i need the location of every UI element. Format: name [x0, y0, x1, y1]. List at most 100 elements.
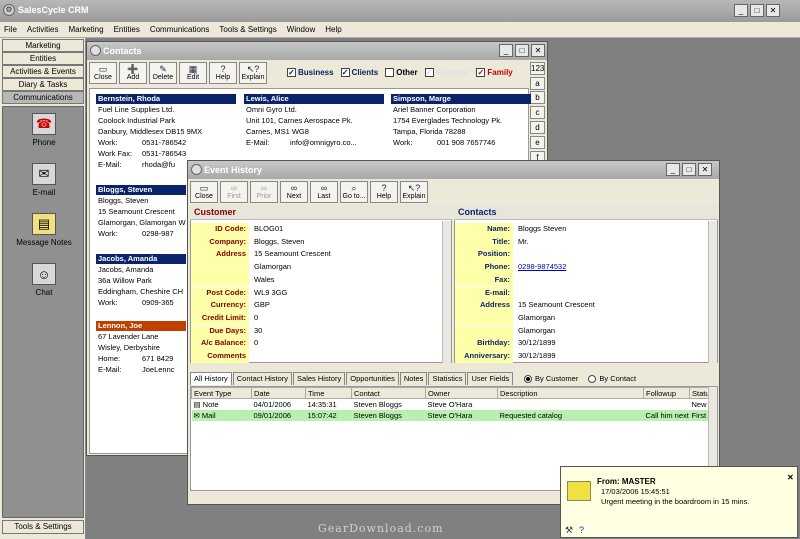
event-goto-button[interactable]: ⌕ Go to... — [340, 181, 368, 203]
column-header[interactable]: Description — [497, 387, 644, 399]
table-cell: ✉ Mail — [191, 409, 252, 421]
menu-entities[interactable]: Entities — [114, 25, 140, 34]
tab-opportunities[interactable]: Opportunities — [346, 372, 399, 385]
column-header[interactable]: Time — [305, 387, 352, 399]
field-label: Position: — [455, 248, 513, 261]
contact-card-lewis[interactable]: Lewis, Alice Omni Gyro Ltd. Unit 101, Ca… — [244, 94, 384, 148]
field-row: ID Code: BLOG01 — [191, 223, 283, 236]
contacts-edit-button[interactable]: ▦ Edit — [179, 62, 207, 84]
contact-card-bernstein[interactable]: Bernstein, Rhoda Fuel Line Supplies Ltd.… — [96, 94, 236, 170]
alpha-tab-d[interactable]: d — [530, 121, 545, 134]
card-row: Work: 0298-987 — [98, 229, 174, 238]
field-label: Title: — [455, 235, 513, 249]
menu-file[interactable]: File — [4, 25, 17, 34]
tab-all-history[interactable]: All History — [190, 372, 232, 385]
filter-business[interactable]: ✓ Business — [287, 68, 334, 77]
contact-scrollbar[interactable] — [708, 221, 717, 363]
alpha-tab-123[interactable]: 123 — [530, 62, 545, 75]
event-prior-button[interactable]: ∞ Prior — [250, 181, 278, 203]
contacts-close-button[interactable]: ▭ Close — [89, 62, 117, 84]
contact-card-name: Bernstein, Rhoda — [96, 94, 236, 104]
event-next-button[interactable]: ∞ Next — [280, 181, 308, 203]
close-icon[interactable]: ✕ — [787, 473, 794, 482]
menu-window[interactable]: Window — [287, 25, 315, 34]
maximize-icon[interactable]: □ — [515, 44, 529, 57]
menu-help[interactable]: Help — [325, 25, 341, 34]
table-cell: ▤ Note — [193, 399, 219, 409]
customer-scrollbar[interactable] — [442, 221, 451, 363]
radio-by-contact[interactable]: By Contact — [588, 374, 636, 383]
column-header[interactable]: Status — [689, 387, 710, 399]
contacts-explain-button[interactable]: ↖? Explain — [239, 62, 267, 84]
close-icon[interactable]: ✕ — [531, 44, 545, 57]
contact-card-bloggs[interactable]: Bloggs, Steven Bloggs, Steven 15 Seamoun… — [96, 185, 186, 239]
menu-tools-settings[interactable]: Tools & Settings — [219, 25, 276, 34]
close-icon[interactable]: ✕ — [766, 4, 780, 17]
filter-other[interactable]: Other — [385, 68, 418, 77]
card-line: Coolock Industrial Park — [98, 116, 176, 125]
column-header[interactable]: Date — [251, 387, 306, 399]
comm-item-chat[interactable]: ☺ Chat — [3, 263, 85, 297]
help-icon: ? — [220, 64, 226, 74]
close-icon[interactable]: ✕ — [698, 163, 712, 176]
message-notification[interactable]: From: MASTER 17/03/2006 15:45:51 Urgent … — [560, 466, 798, 538]
field-row: Glamorgan — [191, 261, 291, 274]
sidebar-tab-activities-events[interactable]: Activities & Events — [2, 65, 84, 78]
filter-personal[interactable]: ✓ Personal — [424, 68, 469, 77]
alpha-tab-e[interactable]: e — [530, 136, 545, 149]
comm-item-email[interactable]: ✉ E-mail — [3, 163, 85, 197]
contacts-add-button[interactable]: ➕ Add — [119, 62, 147, 84]
table-row[interactable]: ▤ Note 04/01/2006 14:35:31 Steven Bloggs… — [192, 399, 710, 410]
contacts-toolbar: ▭ Close ➕ Add ✎ Delete ▦ Edit ? Help ↖? Explai… — [89, 62, 267, 84]
contacts-delete-button[interactable]: ✎ Delete — [149, 62, 177, 84]
column-header[interactable]: Followup — [643, 387, 690, 399]
menu-marketing[interactable]: Marketing — [68, 25, 103, 34]
notification-message: Urgent meeting in the boardroom in 15 mi… — [601, 497, 750, 506]
column-header[interactable]: Event Type — [191, 387, 252, 399]
contact-card-simpson[interactable]: Simpson, Marge Ariel Banner Corporation … — [391, 94, 531, 148]
tools-icon[interactable]: ⚒ — [565, 525, 573, 536]
sidebar-tab-diary-tasks[interactable]: Diary & Tasks — [2, 78, 84, 91]
column-header[interactable]: Owner — [425, 387, 498, 399]
field-row: Birthday: 30/12/1899 — [455, 337, 556, 350]
minimize-icon[interactable]: _ — [734, 4, 748, 17]
contacts-help-button[interactable]: ? Help — [209, 62, 237, 84]
sidebar-tab-entities[interactable]: Entities — [2, 52, 84, 65]
contact-card-jacobs[interactable]: Jacobs, Amanda Jacobs, Amanda 36a Willow… — [96, 254, 186, 308]
field-value — [249, 350, 254, 363]
sidebar-tab-marketing[interactable]: Marketing — [2, 39, 84, 52]
event-close-button[interactable]: ▭ Close — [190, 181, 218, 203]
event-help-button[interactable]: ? Help — [370, 181, 398, 203]
comm-item-message-notes[interactable]: ▤ Message Notes — [3, 213, 85, 247]
table-row[interactable]: ✉ Mail 09/01/2006 15:07:42 Steven Bloggs… — [191, 409, 710, 421]
minimize-icon[interactable]: _ — [499, 44, 513, 57]
field-value[interactable]: 0298-9874532 — [513, 261, 566, 274]
tab-user-fields[interactable]: User Fields — [467, 372, 514, 385]
alpha-tab-a[interactable]: a — [530, 77, 545, 90]
tab-statistics[interactable]: Statistics — [428, 372, 467, 385]
menu-activities[interactable]: Activities — [27, 25, 59, 34]
table-cell — [644, 399, 690, 410]
event-explain-button[interactable]: ↖? Explain — [400, 181, 428, 203]
alpha-tab-b[interactable]: b — [530, 91, 545, 104]
filter-clients[interactable]: ✓ Clients — [340, 68, 378, 77]
field-row: Glamorgan — [455, 324, 555, 338]
maximize-icon[interactable]: □ — [682, 163, 696, 176]
radio-by-customer[interactable]: By Customer — [524, 374, 578, 383]
contact-card-lennon[interactable]: Lennon, Joe 67 Lavender Lane Wisley, Der… — [96, 321, 186, 375]
maximize-icon[interactable]: □ — [750, 4, 764, 17]
column-header[interactable]: Contact — [351, 387, 426, 399]
tab-contact-history[interactable]: Contact History — [232, 372, 293, 385]
filter-family[interactable]: ✓ Family — [476, 68, 513, 77]
menu-communications[interactable]: Communications — [150, 25, 210, 34]
tab-sales-history[interactable]: Sales History — [293, 372, 346, 385]
tab-notes[interactable]: Notes — [399, 372, 428, 385]
sidebar-tools-settings[interactable]: Tools & Settings — [2, 520, 84, 534]
event-first-button[interactable]: ∞ First — [220, 181, 248, 203]
sidebar-tab-communications[interactable]: Communications — [2, 91, 84, 104]
event-last-button[interactable]: ∞ Last — [310, 181, 338, 203]
help-icon[interactable]: ? — [579, 525, 584, 535]
alpha-tab-c[interactable]: c — [530, 106, 545, 119]
comm-item-phone[interactable]: ☎ Phone — [3, 113, 85, 147]
minimize-icon[interactable]: _ — [666, 163, 680, 176]
